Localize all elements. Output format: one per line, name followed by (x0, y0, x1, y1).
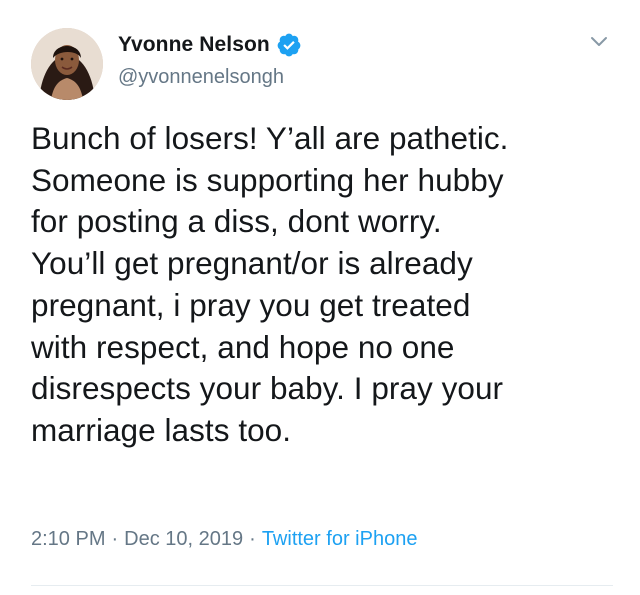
tweet-text: Bunch of losers! Y’all are pathetic. Som… (31, 120, 509, 448)
avatar-photo (31, 28, 103, 100)
avatar[interactable] (31, 28, 103, 100)
chevron-down-icon[interactable] (588, 34, 610, 50)
author-name-row[interactable]: Yvonne Nelson (118, 32, 302, 58)
tweet-date[interactable]: Dec 10, 2019 (124, 528, 243, 550)
divider (31, 585, 613, 586)
author-handle[interactable]: @yvonnenelsongh (118, 66, 284, 89)
tweet-source-link[interactable]: Twitter for iPhone (262, 528, 418, 550)
display-name[interactable]: Yvonne Nelson (118, 33, 270, 57)
tweet-card: Yvonne Nelson @yvonnenelsongh Bunch of l… (0, 0, 640, 595)
verified-badge-icon (276, 32, 302, 58)
tweet-meta: 2:10 PM · Dec 10, 2019 · Twitter for iPhone (31, 528, 417, 551)
tweet-time[interactable]: 2:10 PM (31, 528, 105, 550)
meta-separator: · (111, 528, 119, 550)
meta-separator: · (249, 528, 256, 550)
